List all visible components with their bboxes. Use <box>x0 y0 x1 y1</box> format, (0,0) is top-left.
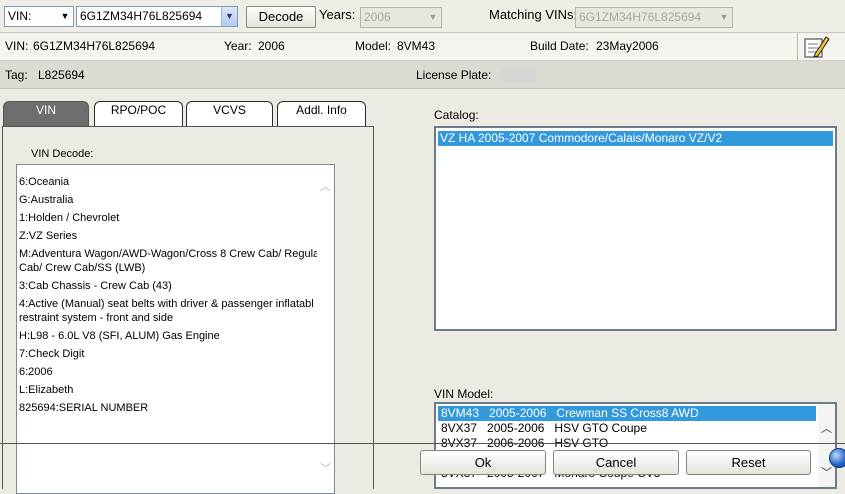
decode-button[interactable]: Decode <box>246 6 316 28</box>
scroll-down-icon[interactable]: ﹀ <box>818 464 835 480</box>
vin-decode-item: M:Adventura Wagon/AWD-Wagon/Cross 8 Crew… <box>19 248 320 260</box>
matching-vins-select[interactable]: 6G1ZM34H76L825694 ▼ <box>575 7 733 28</box>
vin-decode-item: 6:2006 <box>19 366 53 378</box>
chevron-down-icon[interactable]: ▼ <box>425 8 441 27</box>
tab-vcvs[interactable]: VCVS <box>186 101 273 127</box>
vin-decode-label: VIN Decode: <box>31 148 94 160</box>
tab-vin[interactable]: VIN <box>3 101 89 127</box>
year-value: 2006 <box>258 39 285 53</box>
tag-value: L825694 <box>38 68 85 82</box>
matching-vins-value: 6G1ZM34H76L825694 <box>579 10 702 24</box>
vin-decode-item: G:Australia <box>19 194 74 206</box>
edit-notes-icon[interactable] <box>802 35 830 59</box>
vin-tab-panel: VIN Decode: 6:Oceania G:Australia 1:Holden… <box>2 126 374 494</box>
vin-model-list[interactable]: 8VM43 2005-2006 Crewman SS Cross8 AWD 8VX… <box>434 402 837 489</box>
vin-decode-item: 6:Oceania <box>19 176 70 188</box>
catalog-label: Catalog: <box>434 108 479 122</box>
tag-label: Tag: <box>5 68 28 82</box>
build-date-value: 23May2006 <box>596 39 659 53</box>
reset-button[interactable]: Reset <box>686 450 811 475</box>
years-label: Years: <box>319 7 356 22</box>
search-type-value: VIN: <box>8 9 32 23</box>
model-value: 8VM43 <box>397 39 436 53</box>
year-label: Year: <box>224 39 252 53</box>
model-label: Model: <box>355 39 392 53</box>
divider <box>797 33 798 61</box>
chevron-down-icon[interactable]: ▼ <box>716 8 732 27</box>
tag-info-bar: Tag: L825694 License Plate: ████ <box>0 61 845 89</box>
vehicle-info-bar: VIN: 6G1ZM34H76L825694 Year: 2006 Model:… <box>0 33 845 61</box>
tab-addl-info[interactable]: Addl. Info <box>277 101 366 127</box>
vin-input-value: 6G1ZM34H76L825694 <box>80 9 203 23</box>
vin-decode-item: 825694:SERIAL NUMBER <box>19 402 149 414</box>
vin-model-row[interactable]: 8VM43 2005-2006 Crewman SS Cross8 AWD <box>438 406 816 421</box>
vin-model-row[interactable]: 8VX37 2005-2006 HSV GTO Coupe <box>438 421 816 436</box>
matching-vins-label: Matching VINs: <box>489 7 578 22</box>
cancel-button[interactable]: Cancel <box>553 450 679 475</box>
years-value: 2006 <box>364 10 391 24</box>
vin-decode-item: Cab/ Crew Cab/SS (LWB) <box>19 262 146 274</box>
vin-decode-item: 7:Check Digit <box>19 348 85 360</box>
vin-model-label: VIN Model: <box>434 387 494 401</box>
vin-decode-item: restraint system - front and side <box>19 312 174 324</box>
globe-icon[interactable] <box>829 448 845 468</box>
scroll-down-icon[interactable]: ﹀ <box>317 460 334 476</box>
vin-decode-item: 4:Active (Manual) seat belts with driver… <box>19 298 314 310</box>
vin-info-label: VIN: <box>5 39 29 53</box>
vin-decode-item: 3:Cab Chassis - Crew Cab (43) <box>19 280 172 292</box>
years-select[interactable]: 2006 ▼ <box>360 7 442 28</box>
catalog-item[interactable]: VZ HA 2005-2007 Commodore/Calais/Monaro … <box>438 131 833 146</box>
chevron-down-icon[interactable]: ▼ <box>221 7 237 26</box>
vin-decode-item: 1:Holden / Chevrolet <box>19 212 120 224</box>
vin-decode-item: Z:VZ Series <box>19 230 78 242</box>
vin-input[interactable]: 6G1ZM34H76L825694 ▼ <box>76 6 238 27</box>
scroll-up-icon[interactable]: ︿ <box>818 420 835 436</box>
divider <box>0 443 845 444</box>
license-plate-label: License Plate: <box>416 68 492 82</box>
ok-button[interactable]: Ok <box>420 450 546 475</box>
chevron-down-icon[interactable]: ▼ <box>57 7 73 26</box>
toolbar: VIN: ▼ 6G1ZM34H76L825694 ▼ Decode Years:… <box>0 0 845 33</box>
vin-decode-item: L:Elizabeth <box>19 384 74 396</box>
vin-info-value: 6G1ZM34H76L825694 <box>33 39 156 53</box>
tab-rpo-poc[interactable]: RPO/POC <box>94 101 183 127</box>
scroll-up-icon[interactable]: ︿ <box>317 178 334 194</box>
catalog-list[interactable]: VZ HA 2005-2007 Commodore/Calais/Monaro … <box>434 126 837 331</box>
vin-decode-item: H:L98 - 6.0L V8 (SFI, ALUM) Gas Engine <box>19 330 220 342</box>
license-plate-value: ████ <box>502 68 537 82</box>
search-type-select[interactable]: VIN: ▼ <box>4 6 74 27</box>
build-date-label: Build Date: <box>530 39 589 53</box>
vin-model-scrollbar[interactable]: ︿ ﹀ <box>818 404 835 487</box>
vin-decode-list[interactable]: 6:Oceania G:Australia 1:Holden / Chevrolet… <box>16 164 335 494</box>
